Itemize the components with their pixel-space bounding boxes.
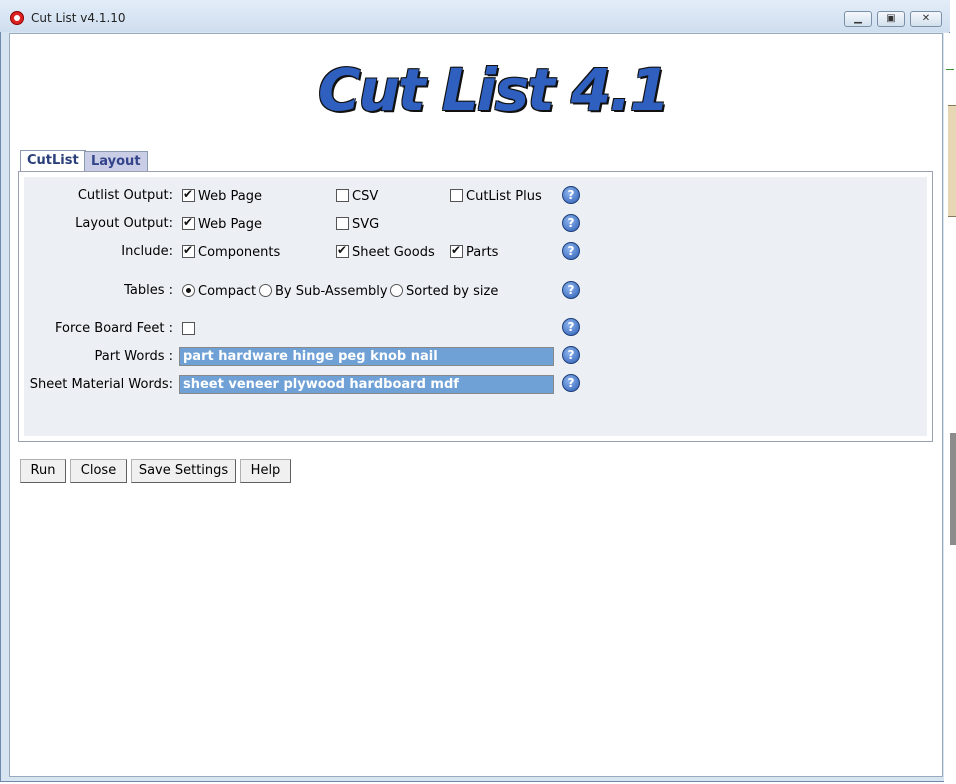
window-title: Cut List v4.1.10	[31, 11, 126, 25]
background-green-line	[946, 69, 954, 70]
cutlist-output-help-icon[interactable]: ?	[562, 186, 580, 204]
background-app-strip	[944, 33, 956, 784]
cutlist-csv-checkbox[interactable]	[336, 189, 349, 202]
sketchup-app-icon	[10, 11, 24, 25]
force-board-feet-checkbox[interactable]	[182, 322, 195, 335]
layout-svg-checkbox[interactable]	[336, 217, 349, 230]
run-button[interactable]: Run	[20, 459, 66, 483]
layout-output-label: Layout Output:	[75, 216, 173, 231]
tables-compact-radio[interactable]	[182, 284, 195, 297]
part-words-help-icon[interactable]: ?	[562, 346, 580, 364]
save-settings-button[interactable]: Save Settings	[131, 459, 236, 483]
background-scroll-shape	[950, 433, 956, 545]
tab-cutlist[interactable]: CutList	[20, 150, 86, 173]
include-components-label: Components	[198, 245, 281, 260]
tables-sorted-label: Sorted by size	[406, 284, 499, 299]
include-components-checkbox[interactable]	[182, 243, 195, 258]
force-board-feet-help-icon[interactable]: ?	[562, 318, 580, 336]
tables-subassembly-radio[interactable]	[259, 284, 272, 297]
include-parts-checkbox[interactable]	[450, 243, 463, 258]
layout-webpage-label: Web Page	[198, 217, 262, 232]
close-button[interactable]: Close	[70, 459, 127, 483]
close-window-button[interactable]: ✕	[910, 11, 942, 27]
sheet-words-input[interactable]: sheet veneer plywood hardboard mdf	[179, 375, 554, 394]
sheet-words-help-icon[interactable]: ?	[562, 374, 580, 392]
layout-svg-label: SVG	[352, 217, 380, 232]
cutlist-plus-label: CutList Plus	[466, 189, 542, 204]
tables-compact-label: Compact	[198, 284, 257, 299]
cutlist-webpage-label: Web Page	[198, 189, 262, 204]
include-sheet-goods-checkbox[interactable]	[336, 243, 349, 258]
tab-layout[interactable]: Layout	[84, 151, 148, 173]
part-words-input[interactable]: part hardware hinge peg knob nail	[179, 347, 554, 366]
layout-output-help-icon[interactable]: ?	[562, 214, 580, 232]
minimize-button[interactable]: ▁	[844, 11, 872, 27]
part-words-label: Part Words :	[94, 349, 174, 364]
tables-subassembly-label: By Sub-Assembly	[275, 284, 388, 299]
cutlist-csv-label: CSV	[352, 189, 379, 204]
help-button[interactable]: Help	[240, 459, 291, 483]
maximize-button[interactable]: ▣	[877, 11, 905, 27]
title-bar[interactable]: Cut List v4.1.10 ▁ ▣ ✕	[0, 0, 950, 32]
include-help-icon[interactable]: ?	[562, 242, 580, 260]
tables-sorted-radio[interactable]	[390, 284, 403, 297]
background-wood-shape	[948, 105, 956, 217]
include-sheet-goods-label: Sheet Goods	[352, 245, 435, 260]
tables-label: Tables :	[124, 283, 173, 298]
cutlist-webpage-checkbox[interactable]	[182, 187, 195, 202]
include-label: Include:	[121, 244, 173, 259]
cutlist-logo: Cut List 4.1	[318, 56, 670, 124]
cutlist-output-label: Cutlist Output:	[77, 188, 173, 203]
include-parts-label: Parts	[466, 245, 499, 260]
force-board-feet-label: Force Board Feet :	[54, 321, 173, 336]
sheet-words-label: Sheet Material Words:	[29, 377, 173, 392]
tables-help-icon[interactable]: ?	[562, 281, 580, 299]
cutlist-plus-checkbox[interactable]	[450, 189, 463, 202]
layout-webpage-checkbox[interactable]	[182, 215, 195, 230]
